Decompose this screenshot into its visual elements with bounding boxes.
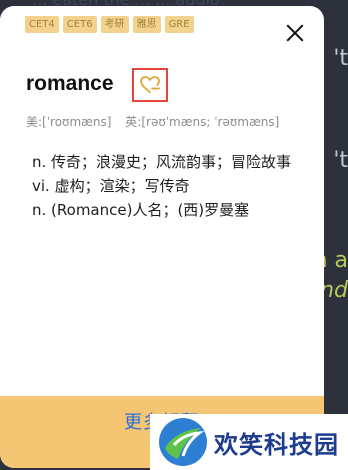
dictionary-popup: CET4 CET6 考研 雅思 GRE romance 美:[ˈroʊmæns]… (0, 6, 324, 468)
brand-logo-icon (159, 418, 207, 466)
tag-cet4: CET4 (25, 16, 59, 33)
watermark: 欢笑科技园 (150, 414, 348, 470)
tag-ielts: 雅思 (132, 16, 161, 33)
tag-cet6: CET6 (62, 16, 97, 33)
heart-remove-icon (140, 76, 160, 93)
favorite-button[interactable] (132, 68, 168, 102)
watermark-text: 欢笑科技园 (214, 430, 339, 459)
phonetic-us: 美:[ˈroʊmæns] (26, 115, 112, 129)
tag-gre: GRE (164, 16, 194, 33)
exam-tags: CET4 CET6 考研 雅思 GRE (25, 16, 194, 33)
definition-item: vi. 虚构；渲染；写传奇 (32, 177, 190, 195)
phonetics: 美:[ˈroʊmæns] 英:[rəʊˈmæns; ˈrəʊmæns] (26, 113, 306, 130)
close-icon[interactable] (286, 24, 304, 42)
definition-item: n. 传奇；浪漫史；风流韵事；冒险故事 (32, 153, 292, 171)
headword: romance (26, 72, 114, 95)
definitions: n. 传奇；浪漫史；风流韵事；冒险故事 vi. 虚构；渲染；写传奇 n. (Ro… (32, 150, 302, 222)
phonetic-uk: 英:[rəʊˈmæns; ˈrəʊmæns] (125, 115, 280, 129)
background-text: 't (333, 46, 348, 71)
background-text: 't (333, 148, 348, 173)
tag-kaoyan: 考研 (100, 16, 129, 33)
definition-item: n. (Romance)人名；(西)罗曼塞 (32, 201, 250, 219)
